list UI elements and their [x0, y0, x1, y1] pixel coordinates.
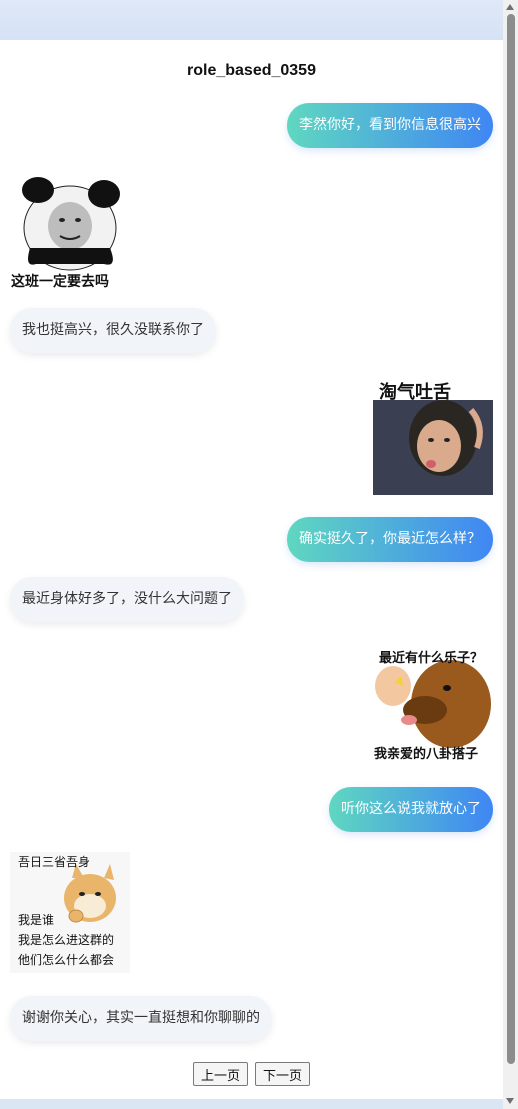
svg-text:吾日三省吾身: 吾日三省吾身: [18, 854, 90, 869]
message-bubble-received: 最近身体好多了，没什么大问题了: [10, 577, 244, 622]
doge-face-icon: 吾日三省吾身 我是谁 我是怎么进这群的 他们怎么什么都会: [10, 852, 130, 973]
svg-text:他们怎么什么都会: 他们怎么什么都会: [18, 952, 114, 967]
footer-band: [0, 1099, 503, 1109]
svg-text:我亲爱的八卦搭子: 我亲爱的八卦搭子: [374, 746, 478, 762]
vertical-scrollbar[interactable]: [503, 0, 518, 1109]
scroll-up-arrow-icon[interactable]: [506, 4, 514, 10]
gossip-dog-sticker: 最近有什么乐子？ 我亲爱的八卦搭子: [373, 642, 493, 764]
scroll-thumb[interactable]: [507, 14, 515, 1064]
tongue-out-girl-sticker: 淘气吐舌: [373, 376, 493, 495]
pagination: 上一页 下一页: [0, 1062, 503, 1086]
message-bubble-sent: 确实挺久了，你最近怎么样？: [287, 517, 493, 562]
girl-photo-icon: 淘气吐舌: [373, 376, 493, 495]
svg-text:这班一定要去吗: 这班一定要去吗: [11, 273, 109, 290]
message-bubble-sent: 李然你好，看到你信息很高兴: [287, 103, 493, 148]
svg-text:淘气吐舌: 淘气吐舌: [379, 381, 451, 403]
svg-text:我是怎么进这群的: 我是怎么进这群的: [18, 932, 114, 947]
scroll-down-arrow-icon[interactable]: [506, 1098, 514, 1104]
next-page-button[interactable]: 下一页: [255, 1062, 311, 1086]
dog-face-icon: 最近有什么乐子？ 我亲爱的八卦搭子: [373, 642, 493, 764]
svg-text:我是谁: 我是谁: [18, 913, 54, 927]
prev-page-button[interactable]: 上一页: [192, 1062, 248, 1086]
message-bubble-sent: 听你这么说我就放心了: [329, 787, 493, 832]
svg-text:最近有什么乐子？: 最近有什么乐子？: [379, 650, 483, 666]
message-bubble-received: 我也挺高兴，很久没联系你了: [10, 308, 216, 353]
header-band: [0, 0, 503, 40]
message-bubble-received: 谢谢你关心，其实一直挺想和你聊聊的: [10, 996, 272, 1041]
chat-card: role_based_0359 李然你好，看到你信息很高兴 这班一定要去吗 我也…: [0, 40, 503, 1099]
page-title: role_based_0359: [187, 62, 316, 79]
panda-meme-sticker: 这班一定要去吗: [10, 168, 130, 290]
panda-face-icon: 这班一定要去吗: [10, 168, 130, 290]
thinking-doge-sticker: 吾日三省吾身 我是谁 我是怎么进这群的 他们怎么什么都会: [10, 852, 130, 973]
